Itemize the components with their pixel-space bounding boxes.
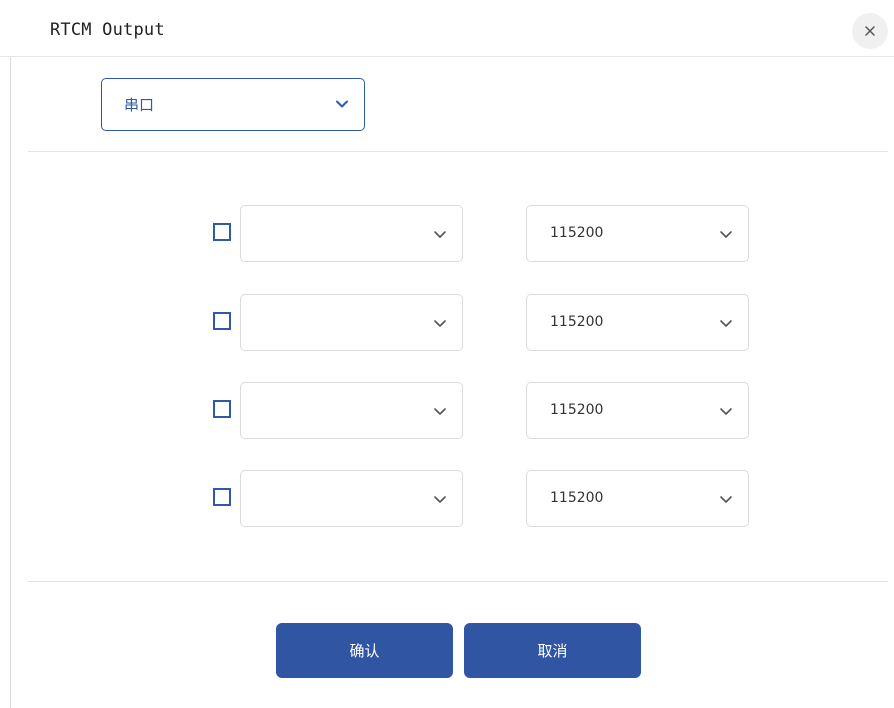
serial-row: 115200	[0, 382, 894, 440]
chevron-down-icon	[720, 408, 732, 415]
serial-row: 115200	[0, 294, 894, 352]
chevron-down-icon	[434, 408, 446, 415]
output-mode-select[interactable]: 串口	[101, 78, 365, 131]
chevron-down-icon	[434, 496, 446, 503]
dialog-title: RTCM Output	[50, 20, 165, 40]
baud-rate-value: 115200	[550, 402, 604, 418]
baud-rate-select[interactable]: 115200	[526, 470, 749, 527]
cancel-button[interactable]: 取消	[464, 623, 641, 678]
chevron-down-icon	[336, 100, 348, 108]
baud-rate-value: 115200	[550, 225, 604, 241]
port-select[interactable]	[240, 294, 463, 351]
chevron-down-icon	[720, 320, 732, 327]
port-select[interactable]	[240, 382, 463, 439]
baud-rate-value: 115200	[550, 490, 604, 506]
rtcm-output-dialog: RTCM Output 串口 115200 115200 115200 1152…	[0, 0, 894, 708]
confirm-button[interactable]: 确认	[276, 623, 453, 678]
row-enable-checkbox[interactable]	[213, 312, 231, 330]
port-select[interactable]	[240, 205, 463, 262]
chevron-down-icon	[434, 320, 446, 327]
row-enable-checkbox[interactable]	[213, 400, 231, 418]
baud-rate-select[interactable]: 115200	[526, 382, 749, 439]
output-mode-value: 串口	[124, 96, 155, 114]
chevron-down-icon	[434, 231, 446, 238]
row-enable-checkbox[interactable]	[213, 488, 231, 506]
serial-row: 115200	[0, 205, 894, 263]
top-divider	[28, 151, 888, 152]
row-enable-checkbox[interactable]	[213, 223, 231, 241]
close-button[interactable]	[852, 13, 888, 49]
baud-rate-value: 115200	[550, 314, 604, 330]
port-select[interactable]	[240, 470, 463, 527]
baud-rate-select[interactable]: 115200	[526, 294, 749, 351]
chevron-down-icon	[720, 496, 732, 503]
chevron-down-icon	[720, 231, 732, 238]
baud-rate-select[interactable]: 115200	[526, 205, 749, 262]
close-icon	[865, 26, 875, 36]
serial-row: 115200	[0, 470, 894, 528]
dialog-header: RTCM Output	[0, 0, 894, 57]
bottom-divider	[28, 581, 888, 582]
